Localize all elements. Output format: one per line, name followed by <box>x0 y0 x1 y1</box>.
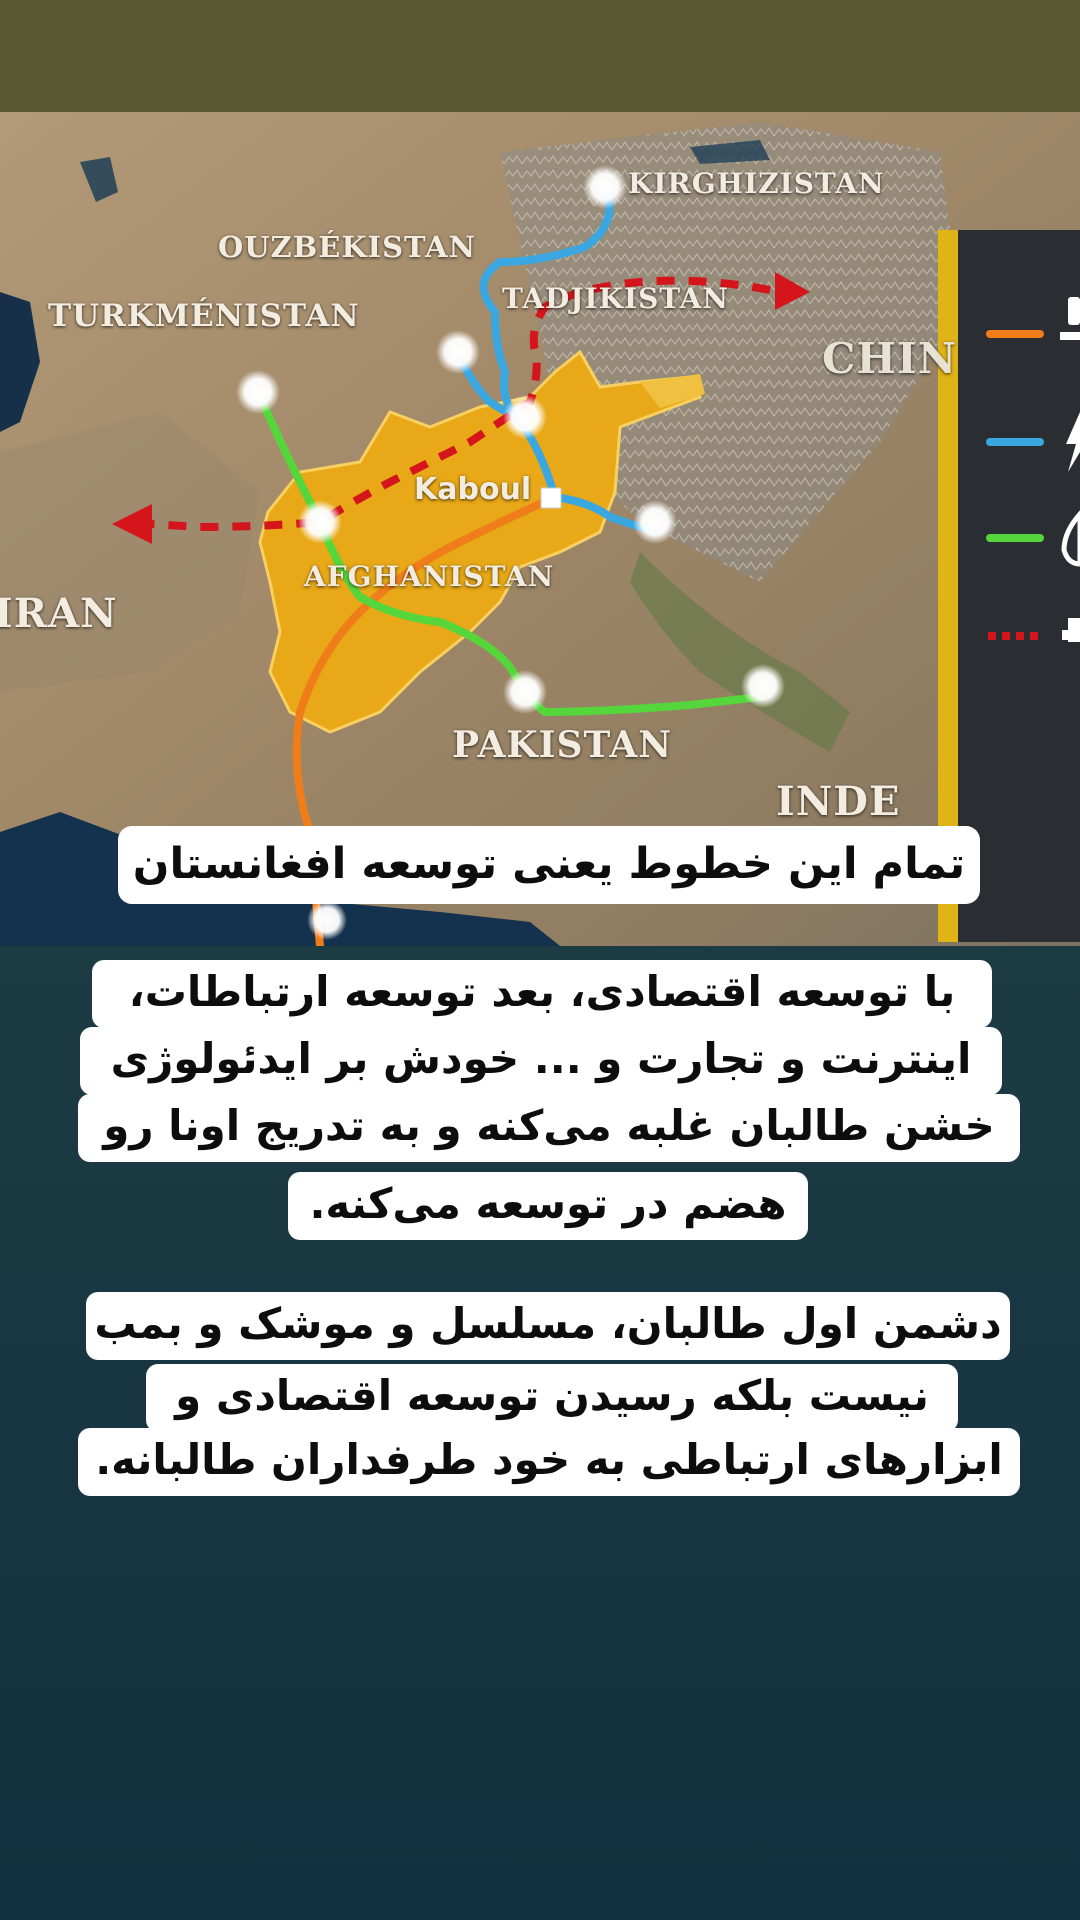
label-kaboul: Kaboul <box>414 472 532 507</box>
paragraph2-line-1: دشمن اول طالبان، مسلسل و موشک و بمب <box>86 1292 1010 1360</box>
label-turkmenistan: TURKMÉNISTAN <box>48 298 360 334</box>
label-pakistan: PAKISTAN <box>452 724 673 766</box>
map-caption: تمام این خطوط یعنی توسعه افغانستان <box>118 826 980 904</box>
paragraph1-line-1: با توسعه اقتصادی، بعد توسعه ارتباطات، <box>92 960 992 1028</box>
paragraph1-line-4: هضم در توسعه می‌کنه. <box>288 1172 808 1240</box>
paragraph2-line-2: نیست بلکه رسیدن توسعه اقتصادی و <box>146 1364 958 1432</box>
label-iran: IRAN <box>0 590 118 637</box>
label-chine: CHIN <box>822 334 958 383</box>
top-color-band <box>0 0 1080 112</box>
map-graphic <box>0 112 1080 946</box>
map-image: KIRGHIZISTAN OUZBÉKISTAN TADJIKISTAN TUR… <box>0 112 1080 946</box>
paragraph1-line-3: خشن طالبان غلبه می‌کنه و به تدریج اونا ر… <box>78 1094 1020 1162</box>
label-afghanistan: AFGHANISTAN <box>304 560 555 593</box>
label-kirghizistan: KIRGHIZISTAN <box>628 167 885 200</box>
label-ouzbekistan: OUZBÉKISTAN <box>218 230 477 264</box>
paragraph1-line-2: اینترنت و تجارت و ... خودش بر ایدئولوژی <box>80 1027 1002 1095</box>
paragraph2-line-3: ابزارهای ارتباطی به خود طرفداران طالبانه… <box>78 1428 1020 1496</box>
label-tadjikistan: TADJIKISTAN <box>502 282 729 315</box>
label-inde: INDE <box>776 778 901 825</box>
